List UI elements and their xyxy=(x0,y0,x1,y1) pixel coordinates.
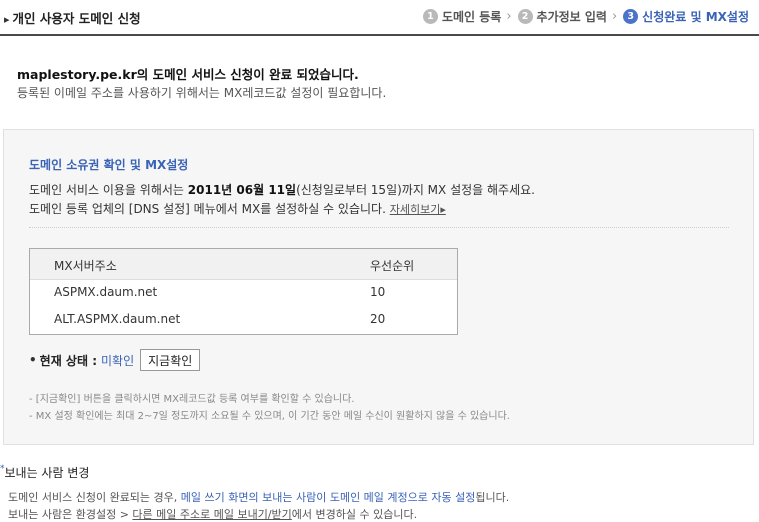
check-now-button[interactable]: 지금확인 xyxy=(140,349,201,371)
other-address-link[interactable]: 다른 메일 주소로 메일 보내기/받기 xyxy=(132,508,291,521)
help-note: - MX 설정 확인에는 최대 2~7일 정도까지 소요될 수 있으며, 이 기… xyxy=(29,411,510,422)
dns-help-text: 도메인 등록 업체의 [DNS 설정] 메뉴에서 MX를 설정하실 수 있습니다… xyxy=(29,202,446,216)
status-label: 현재 상태 : xyxy=(39,353,97,368)
page-header: ▸ 개인 사용자 도메인 신청 1 도메인 등록 › 2 추가정보 입력 › 3 … xyxy=(0,0,759,36)
table-row: ASPMX.daum.net 10 xyxy=(30,280,457,306)
mx-table: MX서버주소 우선순위 ASPMX.daum.net 10 ALT.ASPMX.… xyxy=(29,248,458,335)
sender-change-text: 보내는 사람은 환경설정 > 다른 메일 주소로 메일 보내기/받기에서 변경하… xyxy=(8,508,418,521)
table-header: MX서버주소 우선순위 xyxy=(30,249,457,280)
column-header-server: MX서버주소 xyxy=(54,259,117,273)
step-indicator: 1 도메인 등록 › 2 추가정보 입력 › 3 신청완료 및 MX설정 xyxy=(422,8,749,25)
chevron-right-icon: ▸ xyxy=(4,13,10,26)
chevron-right-icon: › xyxy=(611,9,618,24)
more-info-link[interactable]: 자세히보기▸ xyxy=(390,203,446,216)
chevron-right-icon: › xyxy=(506,9,512,24)
mx-server: ASPMX.daum.net xyxy=(54,285,158,299)
step-label: 신청완료 및 MX설정 xyxy=(642,10,749,24)
divider xyxy=(29,227,729,228)
step-number-icon: 3 xyxy=(623,9,639,24)
status-badge: 미확인 xyxy=(101,353,135,368)
step-label: 도메인 등록 xyxy=(441,10,502,24)
domain-name: maplestory.pe.kr xyxy=(17,67,137,82)
column-header-priority: 우선순위 xyxy=(370,259,415,273)
completion-message: maplestory.pe.kr의 도메인 서비스 신청이 완료 되었습니다. xyxy=(17,67,359,82)
page-title: ▸ 개인 사용자 도메인 신청 xyxy=(4,11,141,26)
mx-priority: 20 xyxy=(370,312,386,326)
mx-required-message: 등록된 이메일 주소를 사용하기 위해서는 MX레코드값 설정이 필요합니다. xyxy=(17,86,387,100)
sender-section-title: *보내는 사람 변경 xyxy=(0,464,90,480)
step-3: 3 신청완료 및 MX설정 xyxy=(623,8,749,25)
deadline-text: 도메인 서비스 이용을 위해서는 2011년 06월 11일(신청일로부터 15… xyxy=(29,183,535,197)
table-row: ALT.ASPMX.daum.net 20 xyxy=(30,307,457,333)
mx-server: ALT.ASPMX.daum.net xyxy=(54,312,181,326)
deadline-date: 2011년 06월 11일 xyxy=(187,183,297,197)
step-1: 1 도메인 등록 xyxy=(422,8,502,25)
step-2: 2 추가정보 입력 xyxy=(517,8,607,25)
help-note: - [지금확인] 버튼을 클릭하시면 MX레코드값 등록 여부를 확인할 수 있… xyxy=(29,394,355,405)
step-label: 추가정보 입력 xyxy=(536,10,607,24)
section-title: 도메인 소유권 확인 및 MX설정 xyxy=(29,158,189,172)
auto-setting-highlight: 메일 쓰기 화면의 보내는 사람이 도메인 메일 계정으로 자동 설정 xyxy=(180,491,476,504)
step-number-icon: 1 xyxy=(422,9,438,24)
mx-priority: 10 xyxy=(370,285,386,299)
current-status: • 현재 상태 : 미확인 지금확인 xyxy=(29,348,201,372)
sender-info-text: 도메인 서비스 신청이 완료되는 경우, 메일 쓰기 화면의 보내는 사람이 도… xyxy=(8,491,510,504)
bullet-icon: • xyxy=(29,353,37,367)
step-number-icon: 2 xyxy=(517,9,533,24)
